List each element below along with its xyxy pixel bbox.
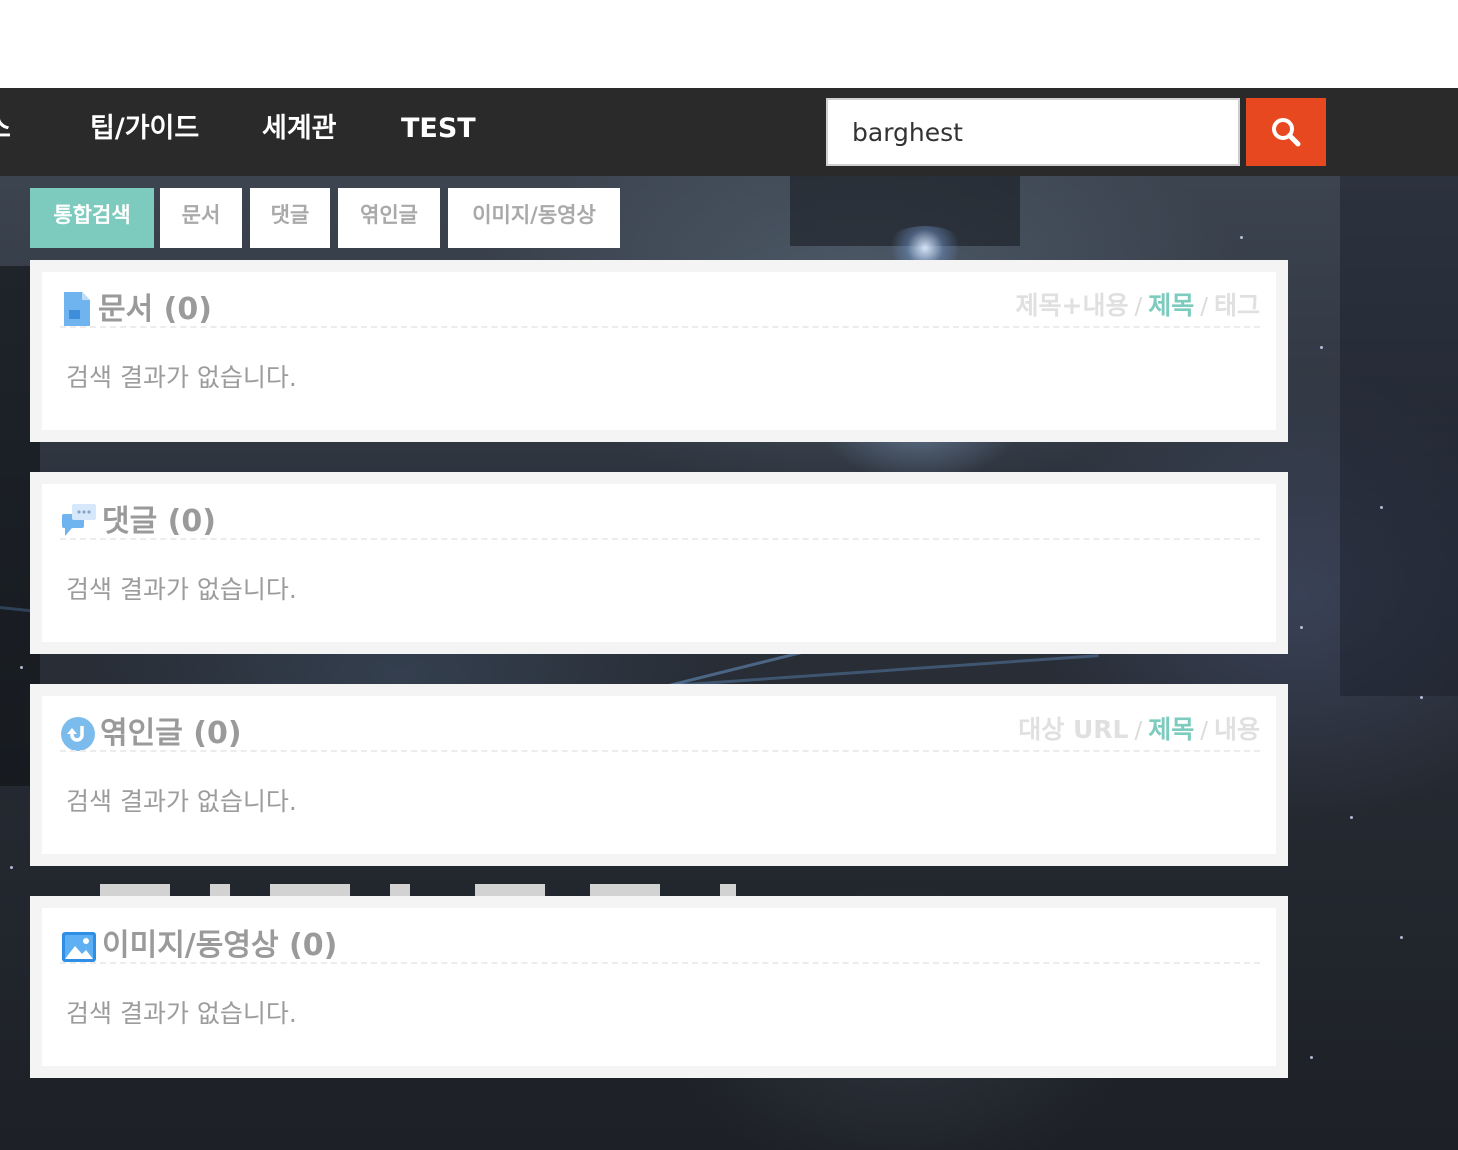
trackbacks-section: 엮인글 (0) 대상 URL / 제목 / 내용 검색 결과가 없습니다. (30, 684, 1288, 866)
nav-item-test[interactable]: TEST (401, 88, 476, 176)
search-input[interactable] (826, 98, 1240, 166)
trackbacks-section-body: 엮인글 (0) 대상 URL / 제목 / 내용 검색 결과가 없습니다. (42, 696, 1276, 854)
comments-title: 댓글 (0) (102, 504, 216, 539)
option-title[interactable]: 제목 (1148, 291, 1194, 320)
search-icon (1272, 118, 1301, 147)
tab-integrated-search[interactable]: 통합검색 (30, 188, 154, 248)
trackbacks-title: 엮인글 (0) (100, 716, 242, 751)
trackbacks-search-options: 대상 URL / 제목 / 내용 (1018, 714, 1260, 746)
tab-documents[interactable]: 문서 (160, 188, 242, 248)
option-title-content[interactable]: 제목+내용 (1016, 291, 1129, 320)
option-separator: / (1134, 294, 1143, 320)
option-content[interactable]: 내용 (1214, 715, 1260, 744)
option-tag[interactable]: 태그 (1214, 291, 1260, 320)
tab-images-videos[interactable]: 이미지/동영상 (448, 188, 620, 248)
media-section: 이미지/동영상 (0) 검색 결과가 없습니다. (30, 896, 1288, 1078)
option-title[interactable]: 제목 (1148, 715, 1194, 744)
nav-item-worldview[interactable]: 세계관 (262, 88, 337, 176)
option-separator: / (1200, 718, 1208, 744)
documents-section-body: 문서 (0) 제목+내용 / 제목 / 태그 검색 결과가 없습니다. (42, 272, 1276, 430)
section-divider (60, 750, 1260, 752)
media-title: 이미지/동영상 (0) (102, 928, 338, 963)
image-icon (62, 932, 96, 966)
option-separator: / (1134, 718, 1143, 744)
trackbacks-empty-message: 검색 결과가 없습니다. (66, 787, 297, 816)
option-target-url[interactable]: 대상 URL (1018, 715, 1128, 744)
search-button[interactable] (1246, 98, 1326, 166)
document-icon (64, 292, 90, 330)
tab-trackbacks[interactable]: 엮인글 (338, 188, 440, 248)
comments-section-body: 댓글 (0) 검색 결과가 없습니다. (42, 484, 1276, 642)
documents-section: 문서 (0) 제목+내용 / 제목 / 태그 검색 결과가 없습니다. (30, 260, 1288, 442)
comment-icon (62, 504, 96, 542)
comments-section: 댓글 (0) 검색 결과가 없습니다. (30, 472, 1288, 654)
section-divider (60, 326, 1260, 328)
option-separator: / (1200, 294, 1208, 320)
documents-title: 문서 (0) (98, 292, 212, 327)
documents-search-options: 제목+내용 / 제목 / 태그 (1016, 290, 1260, 322)
tab-comments[interactable]: 댓글 (250, 188, 330, 248)
media-section-body: 이미지/동영상 (0) 검색 결과가 없습니다. (42, 908, 1276, 1066)
nav-item-partial[interactable]: 스 (0, 88, 11, 176)
media-empty-message: 검색 결과가 없습니다. (66, 999, 297, 1028)
section-divider (60, 538, 1260, 540)
comments-empty-message: 검색 결과가 없습니다. (66, 575, 297, 604)
nav-item-tips-guide[interactable]: 팁/가이드 (90, 88, 199, 176)
section-divider (60, 962, 1260, 964)
documents-empty-message: 검색 결과가 없습니다. (66, 363, 297, 392)
top-blank-area (0, 0, 1458, 88)
